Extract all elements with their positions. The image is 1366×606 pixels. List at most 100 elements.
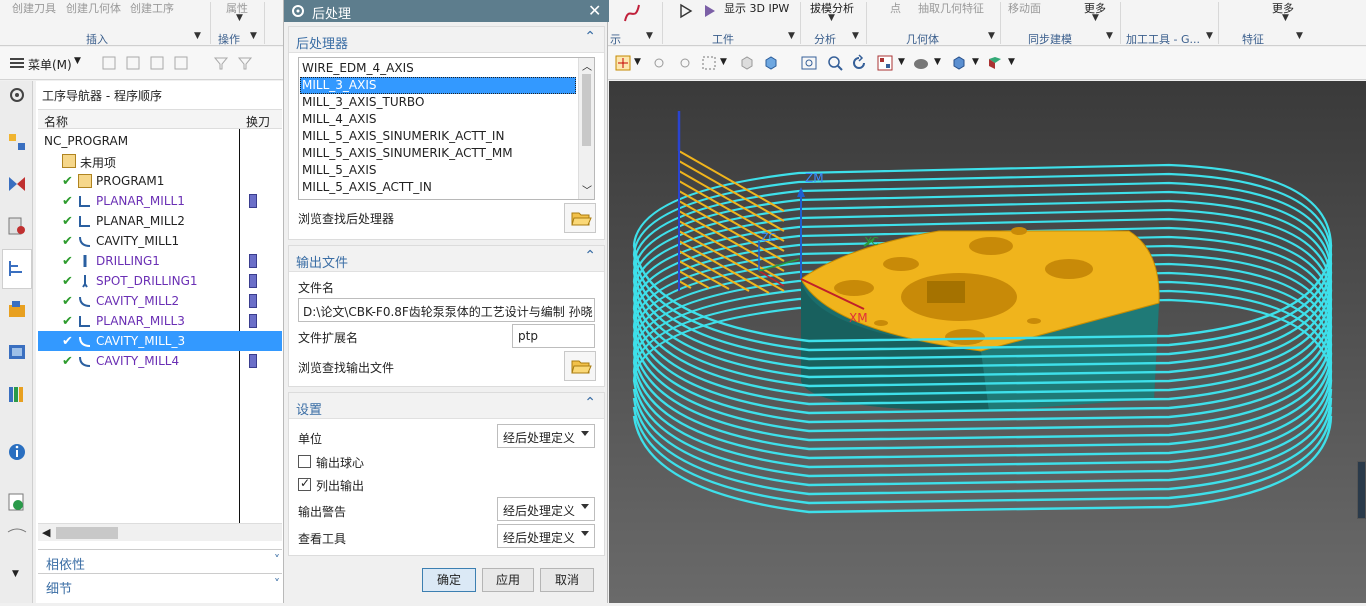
chevron-down-icon[interactable]: ˅ [274,577,280,591]
constraint-navigator-icon[interactable] [6,173,28,195]
details-panel-header[interactable]: 细节 ˅ [38,573,282,597]
chevron-down-icon[interactable]: ▼ [12,569,19,579]
machine-tool-icon[interactable] [6,299,28,321]
tree-row[interactable]: ✔ CAVITY_MILL1 [38,231,282,251]
chevron-down-icon[interactable]: ˅ [274,553,280,567]
output-file-section-header[interactable]: 输出文件 ⌃ [289,246,604,272]
list-item[interactable]: MILL_5_AXIS_SINUMERIK_ACTT_IN [300,128,576,145]
hd3d-tools-icon[interactable] [6,383,28,405]
browse-output-button[interactable] [564,351,596,381]
chevron-down-icon[interactable]: ▼ [250,31,257,41]
shading-icon[interactable] [912,54,930,72]
output-warnings-dropdown[interactable]: 经后处理定义 [497,497,595,521]
part-navigator-icon[interactable] [6,215,28,237]
show-3d-ipw-button[interactable]: 显示 3D IPW [724,0,789,16]
curve-snap-icon[interactable] [676,54,694,72]
extract-geometry-button[interactable]: 抽取几何特征 [918,0,984,16]
curve-icon[interactable] [622,2,642,24]
horizontal-scrollbar[interactable]: ◀ [38,523,282,541]
chevron-down-icon[interactable]: ▼ [852,31,859,41]
chevron-down-icon[interactable]: ▼ [74,56,81,66]
create-geometry-button[interactable]: 创建几何体 [66,0,121,16]
units-dropdown[interactable]: 经后处理定义 [497,424,595,448]
web-browser-icon[interactable] [6,491,28,513]
menu-icon[interactable] [8,54,26,72]
chevron-down-icon[interactable]: ▼ [1092,13,1099,23]
display-icon[interactable] [986,54,1004,72]
cancel-button[interactable]: 取消 [540,568,594,592]
close-icon[interactable]: ✕ [588,1,601,20]
tree-row-unused[interactable]: 未用项 [38,151,282,171]
postprocessor-section-header[interactable]: 后处理器 ⌃ [289,27,604,53]
menu-button[interactable]: 菜单(M) [28,56,72,73]
browse-postprocessor-button[interactable] [564,203,596,233]
ipw-icon[interactable] [702,3,718,19]
chevron-down-icon[interactable]: ▼ [1008,57,1015,67]
list-item[interactable]: MILL_5_AXIS [300,162,576,179]
chevron-up-icon[interactable]: ⌃ [584,29,596,45]
filter-icon-2[interactable] [236,54,254,72]
assembly-navigator-icon[interactable] [6,131,28,153]
point-snap-icon[interactable] [650,54,668,72]
move-face-button[interactable]: 移动面 [1008,0,1041,16]
select-icon-2[interactable] [124,54,142,72]
chevron-down-icon[interactable]: ▼ [646,31,653,41]
chevron-down-icon[interactable]: ▼ [1206,31,1213,41]
chevron-down-icon[interactable]: ▼ [236,13,243,23]
play-icon[interactable] [678,3,694,19]
dependency-panel-header[interactable]: 相依性 ˅ [38,549,282,573]
chevron-down-icon[interactable]: ▼ [1106,31,1113,41]
scrollbar-thumb[interactable] [56,527,118,539]
tree-row[interactable]: ✔ PLANAR_MILL3 [38,311,282,331]
tree-row-root[interactable]: NC_PROGRAM [38,131,282,151]
settings-section-header[interactable]: 设置 ⌃ [289,393,604,419]
gear-icon[interactable] [6,84,28,106]
list-item[interactable]: MILL_3_AXIS_TURBO [300,94,576,111]
list-item-selected[interactable]: MILL_3_AXIS [300,77,576,94]
scroll-down-icon[interactable]: ﹀ [582,182,592,197]
snap-icon[interactable] [614,54,632,72]
body-icon[interactable] [738,54,756,72]
tree-row[interactable]: ✔ SPOT_DRILLING1 [38,271,282,291]
tree-row[interactable]: ✔ CAVITY_MILL2 [38,291,282,311]
box-select-icon[interactable] [700,54,718,72]
chevron-up-icon[interactable]: ⌃ [584,395,596,411]
chevron-down-icon[interactable]: ▼ [988,31,995,41]
list-output-checkbox[interactable]: ✓ [298,476,311,491]
chevron-down-icon[interactable]: ▼ [1282,13,1289,23]
reuse-library-icon[interactable] [6,341,28,363]
create-operation-button[interactable]: 创建工序 [130,0,174,16]
rotate-icon[interactable] [850,54,868,72]
file-name-input[interactable]: D:\论文\CBK-F0.8F齿轮泵泵体的工艺设计与编制 孙晓 [298,298,595,322]
zoom-icon[interactable] [826,54,844,72]
view-layout-icon[interactable] [876,54,894,72]
chevron-down-icon[interactable]: ▼ [934,57,941,67]
postprocessor-list[interactable]: WIRE_EDM_4_AXIS MILL_3_AXIS MILL_3_AXIS_… [298,57,595,200]
chevron-down-icon[interactable]: ▼ [828,13,835,23]
tree-row[interactable]: ✔ PLANAR_MILL1 [38,191,282,211]
tree-row[interactable]: ✔ PLANAR_MILL2 [38,211,282,231]
point-button[interactable]: 点 [890,0,901,16]
chevron-down-icon[interactable]: ▼ [720,57,727,67]
scrollbar-thumb[interactable] [582,74,591,146]
dialog-titlebar[interactable]: 后处理 ✕ [284,0,609,22]
select-icon-3[interactable] [148,54,166,72]
chevron-down-icon[interactable]: ▼ [972,57,979,67]
chevron-up-icon[interactable]: ⌃ [584,248,596,264]
select-icon[interactable] [100,54,118,72]
list-item[interactable]: MILL_4_AXIS [300,111,576,128]
review-tool-dropdown[interactable]: 经后处理定义 [497,524,595,548]
view-triad-handle[interactable] [1357,461,1366,519]
list-item[interactable]: WIRE_EDM_4_AXIS [300,60,576,77]
fit-view-icon[interactable] [800,54,818,72]
operation-navigator-tab[interactable] [2,249,32,289]
tree-row[interactable]: ✔ CAVITY_MILL4 [38,351,282,371]
column-header-tool-change[interactable]: 换刀 [246,113,270,130]
scroll-up-icon[interactable]: ︿ [582,58,592,73]
tree-row-selected[interactable]: ✔ CAVITY_MILL_3 [38,331,282,351]
file-extension-input[interactable]: ptp [512,324,595,348]
chevron-down-icon[interactable]: ▼ [788,31,795,41]
vertical-scrollbar[interactable]: ︿ ﹀ [578,58,594,199]
tree-row[interactable]: ✔ DRILLING1 [38,251,282,271]
list-item[interactable]: MILL_5_AXIS_SINUMERIK_ACTT_MM [300,145,576,162]
